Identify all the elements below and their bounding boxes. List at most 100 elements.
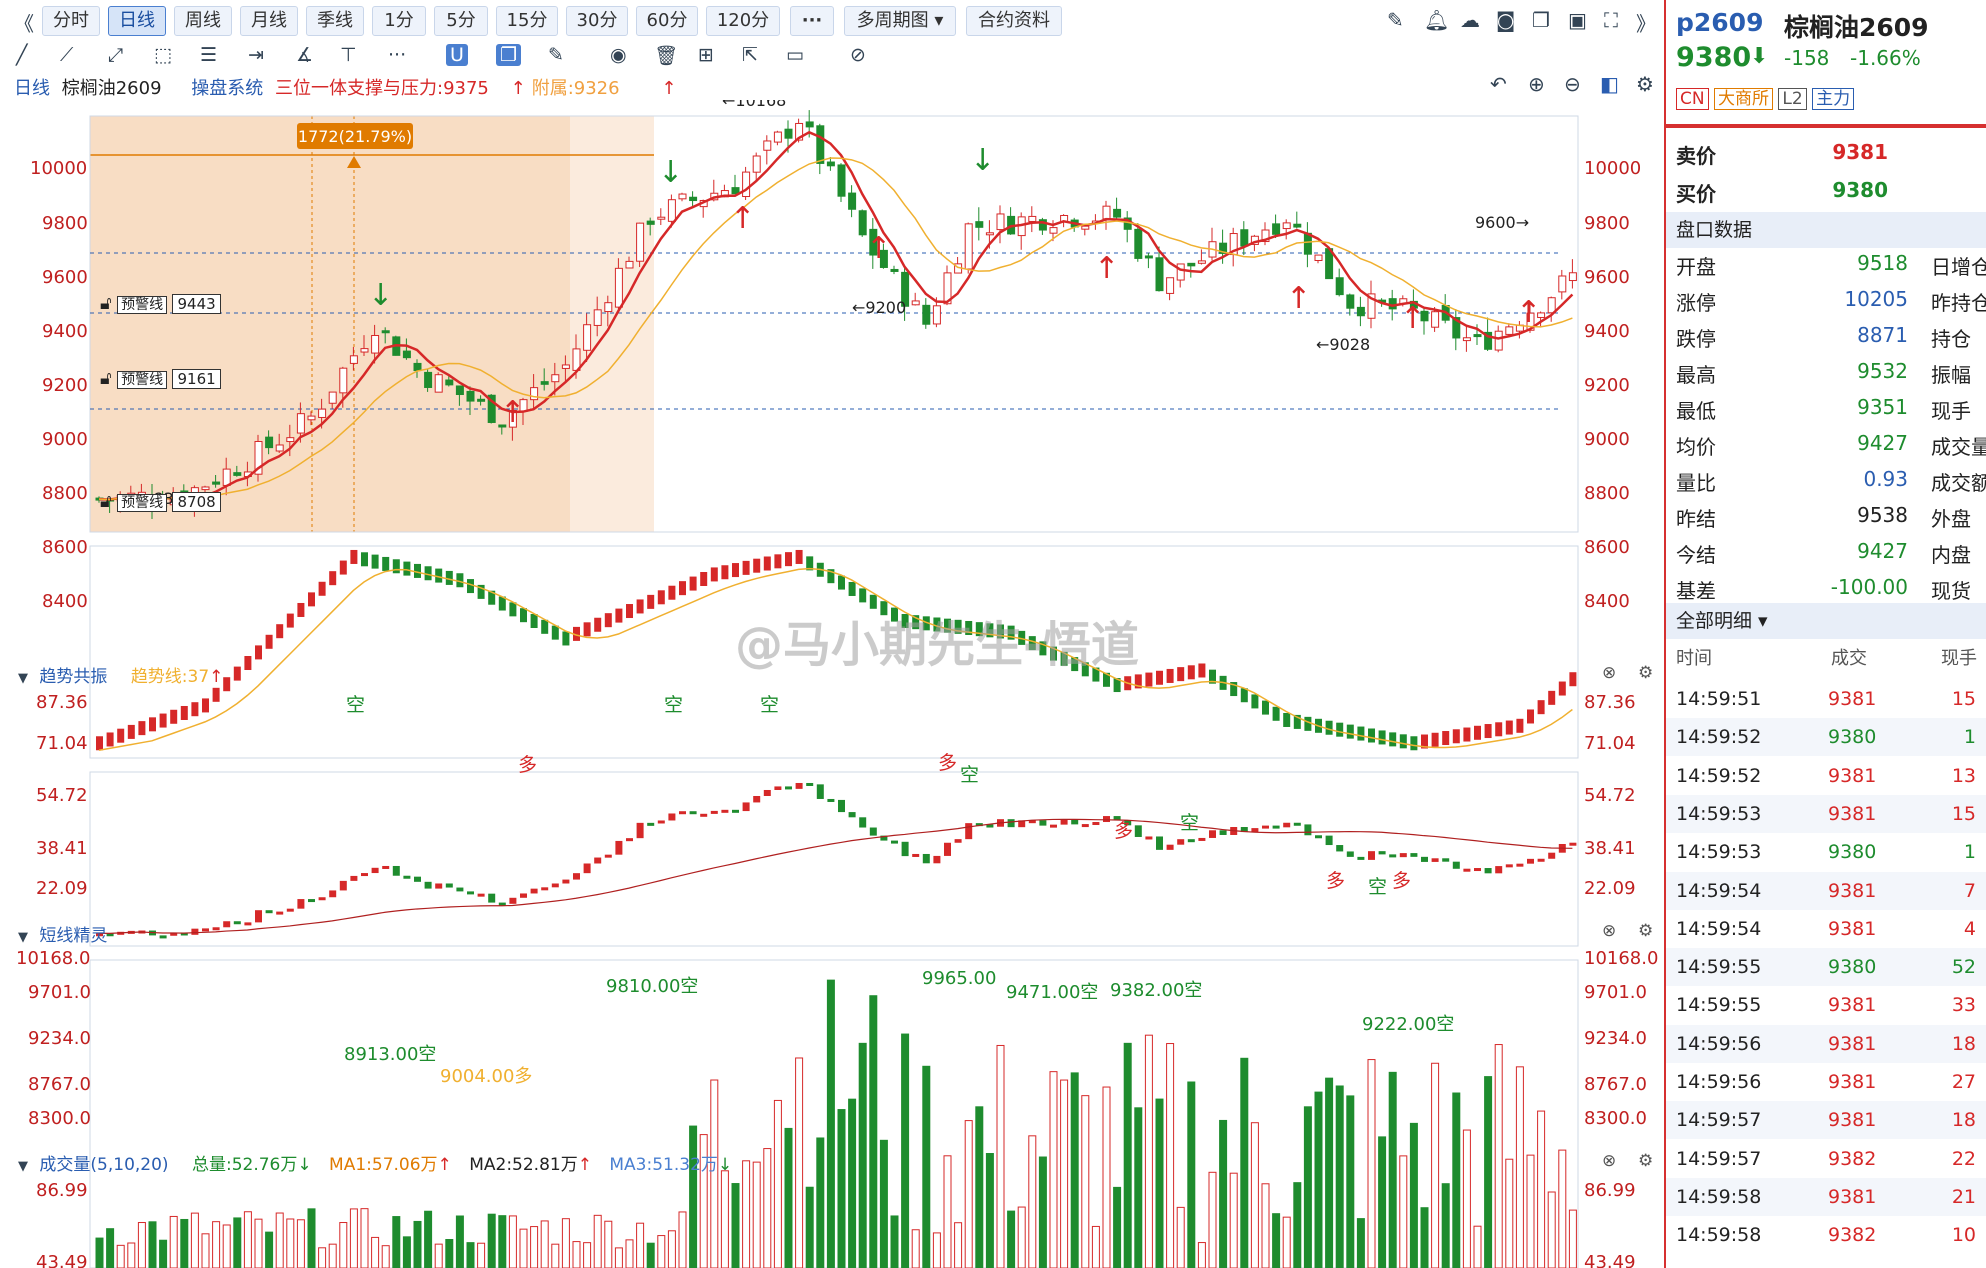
rect-tool-icon[interactable]: ⬚ <box>154 44 172 66</box>
period-tab-monthly[interactable]: 月线 <box>240 6 298 36</box>
period-tab-120min[interactable]: 120分 <box>706 6 780 36</box>
tag-cn: CN <box>1676 88 1709 110</box>
trend-bar <box>1452 729 1460 744</box>
volume-bar <box>455 1215 464 1268</box>
contract-info-button[interactable]: 合约资料 <box>966 6 1062 36</box>
collapse-icon[interactable]: 《 <box>14 8 34 37</box>
bell-icon[interactable]: 🔔︎ <box>1424 8 1449 32</box>
tick-qty: 18 <box>1951 1109 1976 1132</box>
candle-body <box>689 196 698 202</box>
trend-y-tick: 54.72 <box>36 785 88 806</box>
volume-bar <box>201 1233 210 1268</box>
magnet-icon[interactable]: U <box>446 44 468 66</box>
tick-time: 14:59:56 <box>1676 1071 1762 1093</box>
zoom-in-icon[interactable]: ⊕ <box>1528 72 1545 96</box>
more-periods-button[interactable]: ··· <box>790 6 834 36</box>
panel-settings-icon[interactable]: ⚙ <box>1638 663 1653 683</box>
tick-row: 14:59:54 9381 7 <box>1666 871 1986 910</box>
expand-icon[interactable]: 》 <box>1636 8 1656 37</box>
volume-bar <box>848 1098 857 1268</box>
monitor-icon[interactable]: ▣ <box>1568 8 1587 32</box>
short-bar <box>827 798 835 802</box>
tick-time: 14:59:51 <box>1676 688 1762 710</box>
collapse-triangle-icon[interactable]: ▼ <box>18 671 28 686</box>
ray-tool-icon[interactable]: ⤢ <box>108 44 123 66</box>
short-bar <box>255 910 262 923</box>
text-tool-icon[interactable]: ⊤ <box>340 44 357 66</box>
ruler-icon[interactable]: ⊘ <box>850 44 866 66</box>
close-panel-icon[interactable]: ⊗ <box>1602 1151 1616 1171</box>
overlay-icon[interactable]: ◧ <box>1600 72 1619 96</box>
y-tick: 9800 <box>42 213 88 234</box>
kline-chart[interactable]: 1772(21.79%) ←10168 ←8300 ←9200 ←9028 96… <box>0 100 1660 1268</box>
lock-icon[interactable]: 🔓︎ <box>100 293 112 314</box>
trend-y-tick-right: 87.36 <box>1584 692 1636 713</box>
indicator-label: 三位一体支撑与压力:9375 <box>275 78 489 99</box>
undo-icon[interactable]: ↶ <box>1490 72 1507 96</box>
fib-tool-icon[interactable]: ☰ <box>200 44 217 66</box>
volume-bar <box>1261 1183 1270 1268</box>
short-bar <box>721 809 729 813</box>
eye-icon[interactable]: ◉ <box>610 44 627 66</box>
volume-bar <box>985 1153 994 1268</box>
trend-bar <box>170 709 178 724</box>
volume-bar <box>1420 1207 1429 1268</box>
export-icon[interactable]: ⇱ <box>742 44 758 66</box>
period-tab-30min[interactable]: 30分 <box>566 6 628 36</box>
cloud-icon[interactable]: ☁ <box>1460 8 1480 32</box>
collapse-triangle-icon[interactable]: ▼ <box>18 930 28 945</box>
volume-bar <box>1356 1218 1365 1268</box>
volume-y-tick: 43.49 <box>36 1252 88 1268</box>
trend-bar <box>318 581 326 596</box>
more-tools-icon[interactable]: ··· <box>388 44 406 66</box>
zoom-out-icon[interactable]: ⊖ <box>1564 72 1581 96</box>
candle-body <box>371 335 380 354</box>
candle-body <box>614 267 623 308</box>
short-bar <box>901 841 909 857</box>
period-tab-1min[interactable]: 1分 <box>372 6 426 36</box>
pen-icon[interactable]: ✎ <box>1387 8 1404 32</box>
camera-icon[interactable]: ◙ <box>1496 8 1515 32</box>
period-tab-5min[interactable]: 5分 <box>434 6 488 36</box>
lock-icon[interactable]: 🔓︎ <box>100 368 112 389</box>
measure-tool-icon[interactable]: ⇥ <box>248 44 264 66</box>
detail-header[interactable]: 全部明细 ▾ <box>1666 603 1986 639</box>
period-tab-fenshi[interactable]: 分时 <box>42 6 100 36</box>
short-bar <box>276 911 284 915</box>
segment-tool-icon[interactable]: ⟋ <box>60 44 73 66</box>
candle-body <box>678 193 687 200</box>
volume-title: 成交量(5,10,20) <box>39 1155 169 1175</box>
window-icon[interactable]: ❐ <box>1532 8 1550 32</box>
short-bar <box>424 881 432 889</box>
brush-icon[interactable]: ✎ <box>548 44 564 66</box>
period-tab-60min[interactable]: 60分 <box>636 6 698 36</box>
trend-bar <box>1336 722 1344 737</box>
settings-icon[interactable]: ⚙ <box>1636 72 1654 96</box>
candle-body <box>773 131 782 143</box>
layout-icon[interactable]: ⊞ <box>698 44 714 66</box>
candle-body <box>1293 223 1302 228</box>
angle-tool-icon[interactable]: ∡ <box>296 44 313 66</box>
period-tab-quarterly[interactable]: 季线 <box>306 6 364 36</box>
y-tick-right: 8800 <box>1584 483 1630 504</box>
close-panel-icon[interactable]: ⊗ <box>1602 663 1616 683</box>
comment-icon[interactable]: ▭ <box>786 44 804 66</box>
period-tab-15min[interactable]: 15分 <box>496 6 558 36</box>
candle-body <box>1176 263 1185 281</box>
trend-title: 趋势共振 <box>39 667 108 687</box>
panel-settings-icon[interactable]: ⚙ <box>1638 1151 1653 1171</box>
trend-bar <box>541 619 549 634</box>
line-tool-icon[interactable]: ╱ <box>16 44 27 66</box>
collapse-triangle-icon[interactable]: ▼ <box>18 1159 28 1174</box>
period-tab-weekly[interactable]: 周线 <box>174 6 232 36</box>
close-panel-icon[interactable]: ⊗ <box>1602 921 1616 941</box>
multi-period-dropdown[interactable]: 多周期图 ▾ <box>844 6 956 36</box>
copy-tool-icon[interactable]: ❐ <box>496 44 522 66</box>
y-tick: 9000 <box>42 429 88 450</box>
annotation-9028: ←9028 <box>1316 335 1370 354</box>
panel-settings-icon[interactable]: ⚙ <box>1638 921 1653 941</box>
period-tab-daily[interactable]: 日线 <box>108 6 166 36</box>
trash-icon[interactable]: 🗑︎ <box>654 44 678 67</box>
fullscreen-icon[interactable]: ⛶ <box>1604 8 1618 32</box>
lock-icon[interactable]: 🔓︎ <box>100 491 112 512</box>
